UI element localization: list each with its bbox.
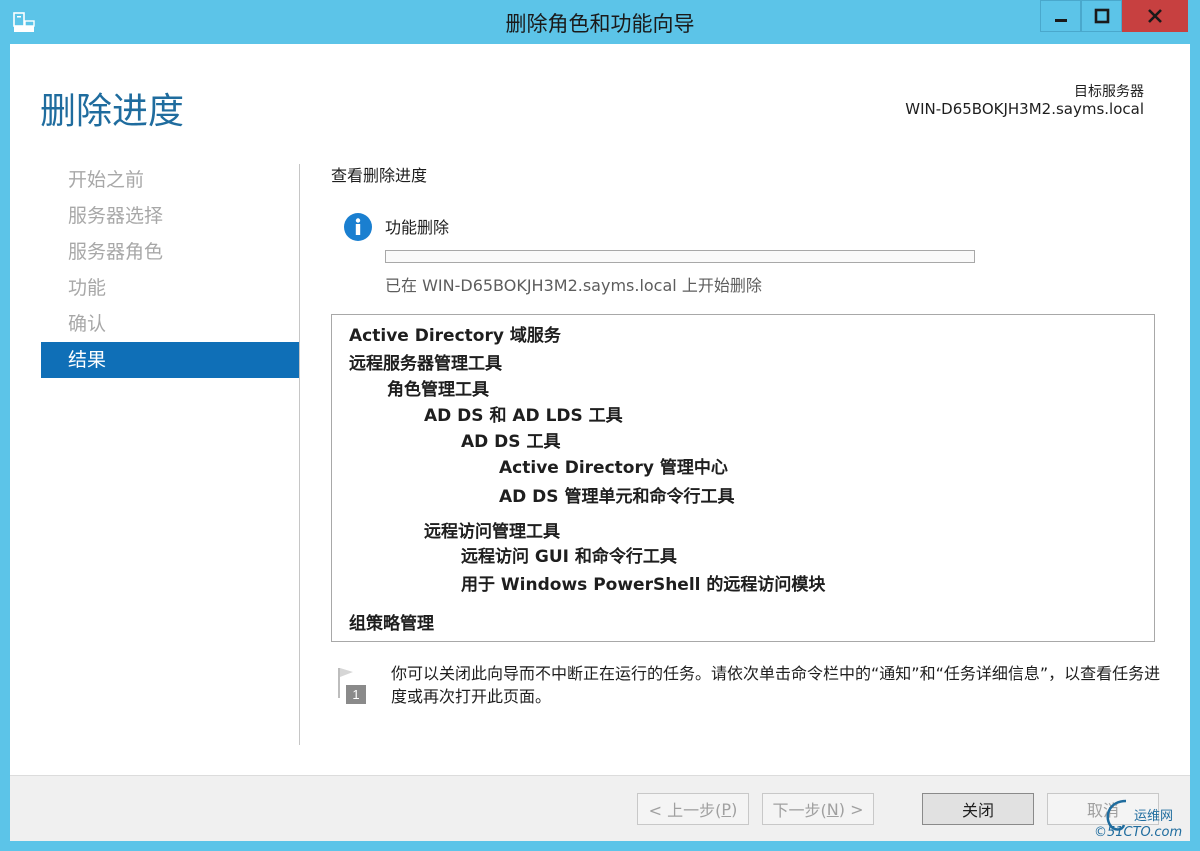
watermark-site-name: 运维网	[1134, 809, 1174, 824]
wizard-nav: 开始之前 服务器选择 服务器角色 功能 确认 结果	[41, 162, 299, 378]
minimize-button[interactable]	[1040, 0, 1081, 32]
list-item: 组策略管理	[349, 614, 434, 634]
status-text: 已在 WIN-D65BOKJH3M2.sayms.local 上开始删除	[385, 276, 762, 295]
target-server-name: WIN-D65BOKJH3M2.sayms.local	[905, 100, 1144, 118]
notification-count: 1	[352, 687, 359, 702]
previous-accesskey: P	[721, 799, 732, 819]
maximize-icon	[1094, 8, 1109, 24]
wizard-content: 删除进度 目标服务器 WIN-D65BOKJH3M2.sayms.local 开…	[10, 44, 1190, 841]
note-text: 你可以关闭此向导而不中断正在运行的任务。请依次单击命令栏中的“通知”和“任务详细…	[391, 664, 1161, 706]
previous-button[interactable]: < 上一步(P)	[637, 793, 749, 825]
page-title: 删除进度	[40, 91, 185, 132]
maximize-button[interactable]	[1081, 0, 1122, 32]
feature-removal-label: 功能删除	[385, 218, 450, 237]
nav-item-before-you-begin[interactable]: 开始之前	[41, 162, 299, 198]
list-item: 远程访问 GUI 和命令行工具	[461, 547, 677, 567]
watermark-site-url: ©51CTO.com	[1094, 825, 1183, 840]
list-item: Active Directory 域服务	[349, 326, 561, 346]
removal-items-list[interactable]: Active Directory 域服务 远程服务器管理工具 角色管理工具 AD…	[331, 314, 1155, 642]
nav-divider	[299, 164, 300, 745]
next-accesskey: N	[826, 799, 839, 819]
previous-label-end: )	[731, 799, 738, 819]
wizard-window: 删除角色和功能向导 删除进度 目标服务器 WIN-D65BOKJH3M2.say…	[0, 0, 1200, 851]
removal-progress-bar	[385, 250, 975, 263]
nav-item-results[interactable]: 结果	[41, 342, 299, 378]
list-item: Active Directory 管理中心	[499, 458, 728, 478]
footer-bar: < 上一步(P) 下一步(N) > 关闭 取消	[10, 775, 1190, 841]
next-label-end: ) >	[838, 799, 864, 819]
nav-item-server-roles[interactable]: 服务器角色	[41, 234, 299, 270]
target-server-label: 目标服务器	[1074, 84, 1144, 100]
title-bar[interactable]: 删除角色和功能向导	[0, 0, 1200, 44]
close-icon	[1148, 9, 1162, 23]
list-item: 用于 Windows PowerShell 的远程访问模块	[461, 575, 826, 595]
list-item: AD DS 工具	[461, 432, 561, 452]
next-label: 下一步(	[772, 801, 827, 820]
list-item: 远程访问管理工具	[424, 522, 560, 542]
watermark: 运维网 ©51CTO.com	[1092, 795, 1196, 847]
list-item: 远程服务器管理工具	[349, 354, 502, 374]
window-title: 删除角色和功能向导	[505, 12, 695, 36]
next-button[interactable]: 下一步(N) >	[762, 793, 874, 825]
list-item: 角色管理工具	[387, 380, 489, 400]
notification-flag-icon: 1	[338, 668, 366, 704]
nav-item-server-selection[interactable]: 服务器选择	[41, 198, 299, 234]
minimize-icon	[1054, 19, 1067, 22]
list-item: AD DS 管理单元和命令行工具	[499, 487, 735, 507]
info-icon	[344, 213, 372, 241]
section-title: 查看删除进度	[331, 166, 428, 185]
previous-label: < 上一步(	[648, 801, 722, 820]
list-item: AD DS 和 AD LDS 工具	[424, 406, 623, 426]
nav-item-confirmation[interactable]: 确认	[41, 306, 299, 342]
close-button[interactable]: 关闭	[922, 793, 1034, 825]
nav-item-features[interactable]: 功能	[41, 270, 299, 306]
close-window-button[interactable]	[1122, 0, 1188, 32]
